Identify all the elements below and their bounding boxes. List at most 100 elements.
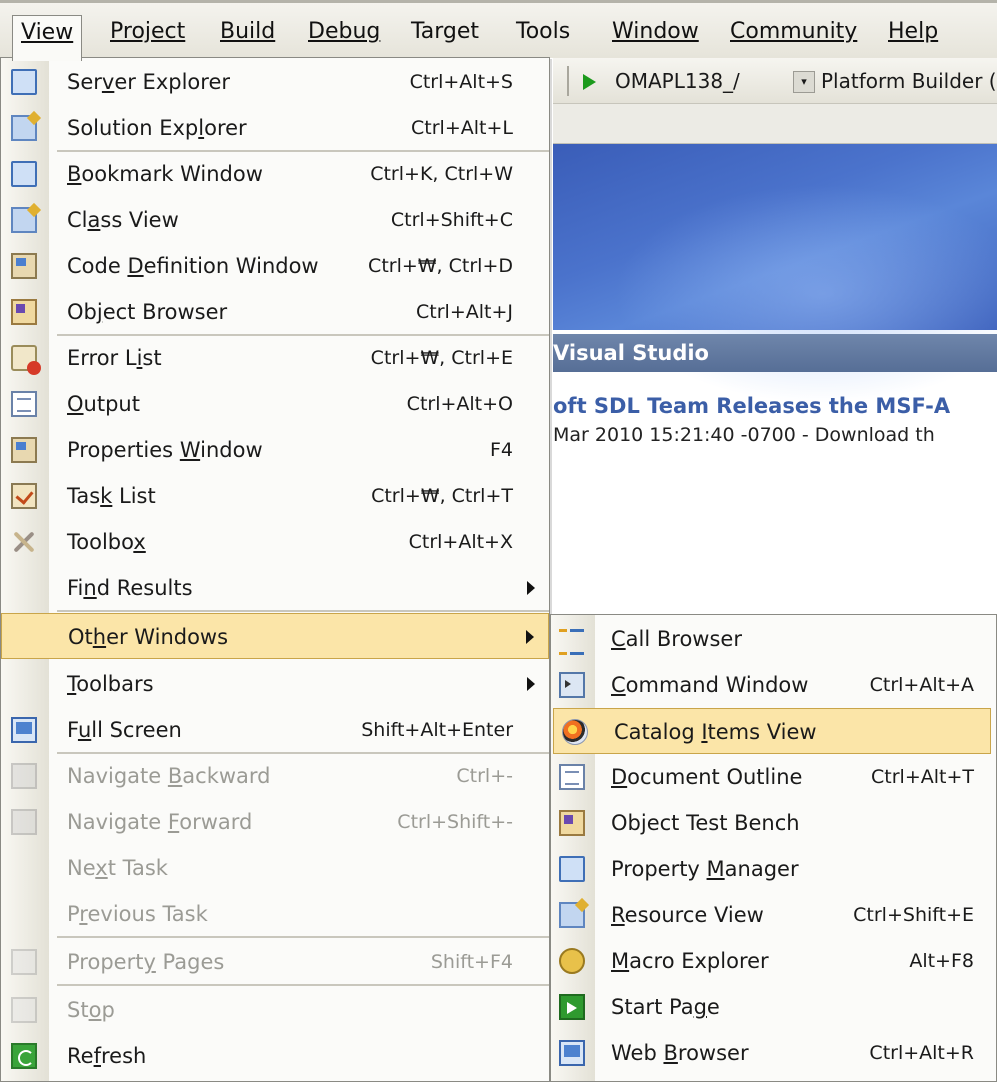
news-item-title[interactable]: oft SDL Team Releases the MSF-A [553, 394, 997, 418]
menu-item-catalog-items-view[interactable]: Catalog Items View [553, 708, 991, 754]
start-page-banner [553, 144, 997, 404]
menu-item-server-explorer[interactable]: Server Explorer Ctrl+Alt+S [1, 59, 549, 105]
menu-item-label: Call Browser [611, 627, 742, 651]
menu-item-label: Toolbox [67, 530, 146, 554]
catalog-items-icon [562, 719, 588, 745]
menu-item-navigate-forward[interactable]: Navigate Forward Ctrl+Shift+- [1, 799, 549, 845]
refresh-icon [11, 1043, 37, 1069]
property-manager-icon [559, 856, 585, 882]
menu-item-shortcut: Ctrl+Alt+L [411, 117, 513, 139]
menu-debug-label: Debug [308, 19, 381, 44]
menu-item-label: Code Definition Window [67, 254, 319, 278]
menu-item-web-browser[interactable]: Web Browser Ctrl+Alt+R [551, 1030, 996, 1076]
menu-item-code-definition-window[interactable]: Code Definition Window Ctrl+₩, Ctrl+D [1, 243, 549, 289]
menu-item-shortcut: F4 [489, 439, 513, 461]
menu-item-navigate-backward[interactable]: Navigate Backward Ctrl+- [1, 753, 549, 799]
menu-item-output[interactable]: Output Ctrl+Alt+O [1, 381, 549, 427]
menu-target[interactable]: Target [403, 15, 487, 49]
menu-item-object-browser[interactable]: Object Browser Ctrl+Alt+J [1, 289, 549, 335]
menu-item-previous-task[interactable]: Previous Task [1, 891, 549, 937]
menu-item-resource-view[interactable]: Resource View Ctrl+Shift+E [551, 892, 996, 938]
menu-item-label: Web Browser [611, 1041, 749, 1065]
menu-build[interactable]: Build [212, 15, 283, 49]
menu-item-label: Command Window [611, 673, 809, 697]
menu-item-property-pages[interactable]: Property Pages Shift+F4 [1, 939, 549, 985]
menu-item-call-browser[interactable]: Call Browser [551, 616, 996, 662]
menu-item-label: Output [67, 392, 140, 416]
menu-item-error-list[interactable]: Error List Ctrl+₩, Ctrl+E [1, 335, 549, 381]
menu-tools[interactable]: Tools [508, 15, 578, 49]
standard-toolbar: OMAPL138_/ ▾ Platform Builder ( [553, 58, 997, 104]
submenu-arrow-icon [526, 630, 534, 644]
menu-item-label: Error List [67, 346, 162, 370]
class-view-icon [11, 207, 37, 233]
menu-item-object-test-bench[interactable]: Object Test Bench [551, 800, 996, 846]
object-test-bench-icon [559, 810, 585, 836]
menu-item-label: Catalog Items View [614, 720, 817, 744]
full-screen-icon [11, 717, 37, 743]
menu-item-shortcut: Ctrl+Shift+E [853, 904, 974, 926]
menu-item-toolbars[interactable]: Toolbars [1, 661, 549, 707]
menu-item-label: Object Browser [67, 300, 228, 324]
platform-combo[interactable]: Platform Builder ( [821, 64, 997, 98]
toolbox-icon [11, 529, 37, 555]
menu-item-solution-explorer[interactable]: Solution Explorer Ctrl+Alt+L [1, 105, 549, 151]
submenu-arrow-icon [527, 581, 535, 595]
start-debugging-icon[interactable] [583, 74, 596, 90]
menu-item-shortcut: Ctrl+K, Ctrl+W [370, 163, 513, 185]
menu-item-task-list[interactable]: Task List Ctrl+₩, Ctrl+T [1, 473, 549, 519]
view-menu-dropdown: Server Explorer Ctrl+Alt+S Solution Expl… [0, 57, 550, 1082]
menu-item-start-page[interactable]: Start Page [551, 984, 996, 1030]
menu-item-label: Navigate Forward [67, 810, 253, 834]
menu-item-shortcut: Ctrl+₩, Ctrl+D [368, 255, 513, 277]
menu-item-macro-explorer[interactable]: Macro Explorer Alt+F8 [551, 938, 996, 984]
menu-window-label: Window [612, 19, 699, 44]
menu-item-full-screen[interactable]: Full Screen Shift+Alt+Enter [1, 707, 549, 753]
menu-item-label: Property Pages [67, 950, 225, 974]
menu-help-label: Help [888, 19, 939, 44]
menu-separator [57, 984, 549, 986]
menu-item-shortcut: Ctrl+Alt+O [406, 393, 513, 415]
menu-item-label: Previous Task [67, 902, 208, 926]
menu-project[interactable]: Project [102, 15, 193, 49]
solution-config-combo[interactable]: OMAPL138_/ [615, 64, 740, 98]
menu-window[interactable]: Window [604, 15, 707, 49]
document-tab-strip [553, 104, 997, 144]
menu-item-refresh[interactable]: Refresh [1, 1033, 549, 1079]
call-browser-icon [559, 626, 585, 655]
news-item-summary: Mar 2010 15:21:40 -0700 - Download th [553, 424, 935, 446]
menu-item-label: Toolbars [67, 672, 154, 696]
menu-item-document-outline[interactable]: Document Outline Ctrl+Alt+T [551, 754, 996, 800]
menu-item-label: Other Windows [68, 625, 229, 649]
menu-item-class-view[interactable]: Class View Ctrl+Shift+C [1, 197, 549, 243]
properties-window-icon [11, 437, 37, 463]
menu-item-properties-window[interactable]: Properties Window F4 [1, 427, 549, 473]
menu-bar: View Project Build Debug Target Tools Wi… [0, 0, 997, 61]
menu-item-shortcut: Shift+F4 [430, 951, 513, 973]
menu-item-label: Stop [67, 998, 115, 1022]
menu-item-command-window[interactable]: Command Window Ctrl+Alt+A [551, 662, 996, 708]
solution-explorer-icon [11, 115, 37, 141]
menu-item-label: Properties Window [67, 438, 263, 462]
menu-view[interactable]: View [12, 15, 83, 61]
menu-item-label: Resource View [611, 903, 764, 927]
menu-item-shortcut: Ctrl+Alt+T [871, 766, 974, 788]
menu-item-next-task[interactable]: Next Task [1, 845, 549, 891]
menu-view-label: View [21, 20, 74, 45]
chevron-down-icon[interactable]: ▾ [793, 71, 815, 93]
navigate-forward-icon [11, 809, 37, 835]
menu-community[interactable]: Community [722, 15, 865, 49]
menu-item-bookmark-window[interactable]: Bookmark Window Ctrl+K, Ctrl+W [1, 151, 549, 197]
menu-debug[interactable]: Debug [300, 15, 388, 49]
menu-target-label: Target [411, 19, 480, 44]
menu-item-stop[interactable]: Stop [1, 987, 549, 1033]
menu-help[interactable]: Help [880, 15, 946, 49]
menu-item-other-windows[interactable]: Other Windows [1, 613, 549, 659]
menu-item-label: Object Test Bench [611, 811, 800, 835]
menu-item-find-results[interactable]: Find Results [1, 565, 549, 611]
menu-item-shortcut: Ctrl+Alt+A [869, 674, 974, 696]
other-windows-submenu: Call Browser Command Window Ctrl+Alt+A C… [550, 614, 997, 1082]
menu-item-toolbox[interactable]: Toolbox Ctrl+Alt+X [1, 519, 549, 565]
menu-item-property-manager[interactable]: Property Manager [551, 846, 996, 892]
menu-item-shortcut: Shift+Alt+Enter [361, 719, 513, 741]
